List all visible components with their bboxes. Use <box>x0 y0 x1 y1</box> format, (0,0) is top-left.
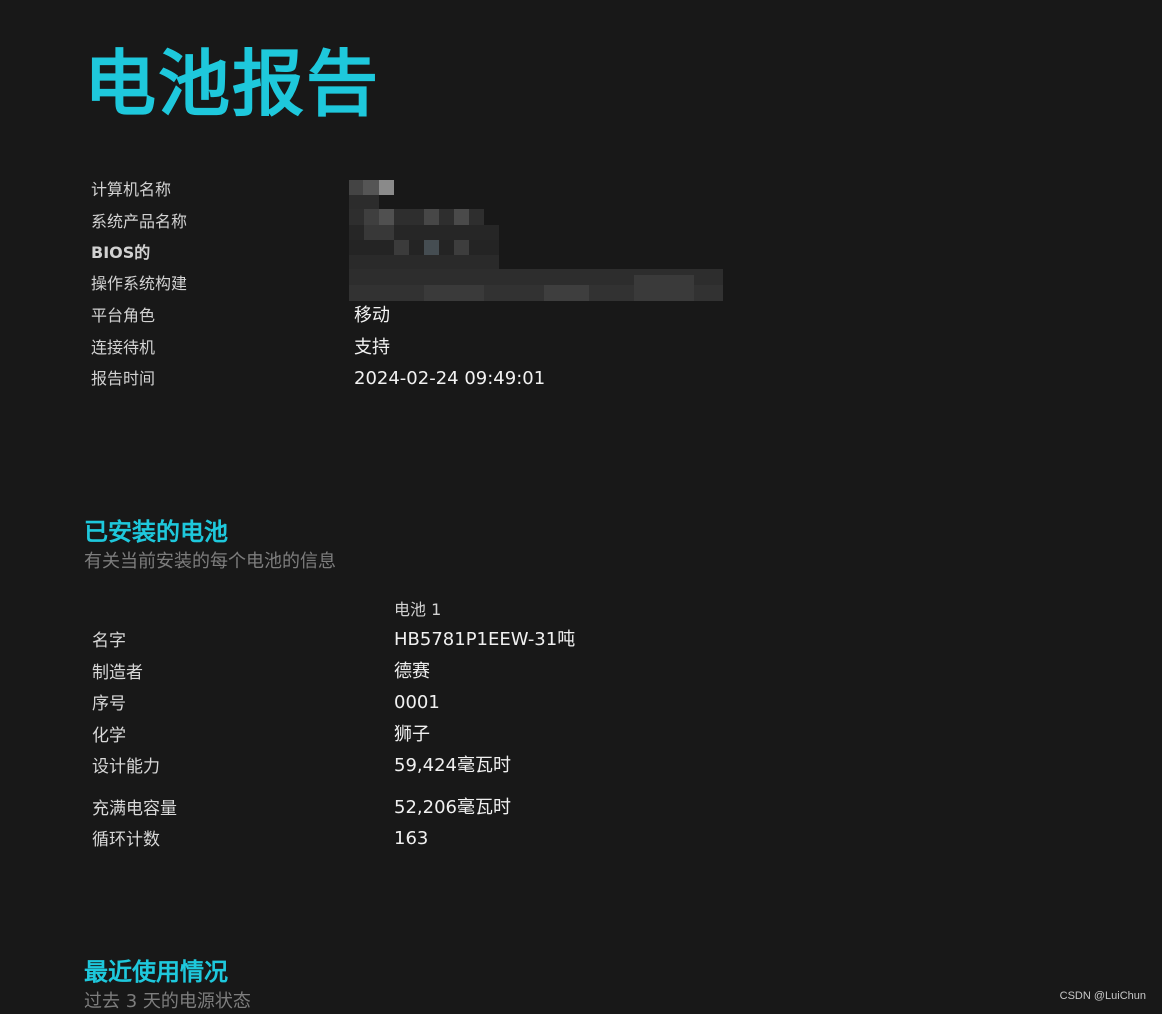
report-time-label: 报告时间 <box>91 369 156 388</box>
chemistry-label: 化学 <box>92 726 126 746</box>
chemistry-value: 狮子 <box>394 724 430 745</box>
design-capacity-value: 59,424毫瓦时 <box>394 755 511 776</box>
installed-batteries-subtitle: 有关当前安装的每个电池的信息 <box>84 551 336 572</box>
connected-standby-label: 连接待机 <box>91 338 156 357</box>
battery-name-label: 名字 <box>92 631 126 651</box>
full-charge-capacity-label: 充满电容量 <box>92 799 177 819</box>
recent-usage-subtitle: 过去 3 天的电源状态 <box>84 991 251 1012</box>
design-capacity-label: 设计能力 <box>92 757 160 777</box>
computer-name-label: 计算机名称 <box>91 180 172 199</box>
platform-role-label: 平台角色 <box>91 306 156 325</box>
installed-batteries-title: 已安装的电池 <box>84 518 228 546</box>
battery-column-header: 电池 1 <box>394 600 442 619</box>
system-product-name-label: 系统产品名称 <box>91 212 188 231</box>
serial-number-value: 0001 <box>394 692 440 713</box>
cycle-count-value: 163 <box>394 828 429 849</box>
bios-label: BIOS的 <box>91 243 151 262</box>
recent-usage-title: 最近使用情况 <box>84 958 228 986</box>
cycle-count-label: 循环计数 <box>92 830 160 850</box>
battery-name-value: HB5781P1EEW-31吨 <box>394 629 576 650</box>
report-time-value: 2024-02-24 09:49:01 <box>354 368 546 389</box>
page-title: 电池报告 <box>84 42 381 126</box>
serial-number-label: 序号 <box>92 694 126 714</box>
platform-role-value: 移动 <box>354 305 390 326</box>
manufacturer-label: 制造者 <box>92 663 143 683</box>
full-charge-capacity-value: 52,206毫瓦时 <box>394 797 511 818</box>
connected-standby-value: 支持 <box>354 337 390 358</box>
os-build-label: 操作系统构建 <box>91 274 188 293</box>
watermark: CSDN @LuiChun <box>1059 990 1146 1002</box>
manufacturer-value: 德赛 <box>394 661 430 682</box>
